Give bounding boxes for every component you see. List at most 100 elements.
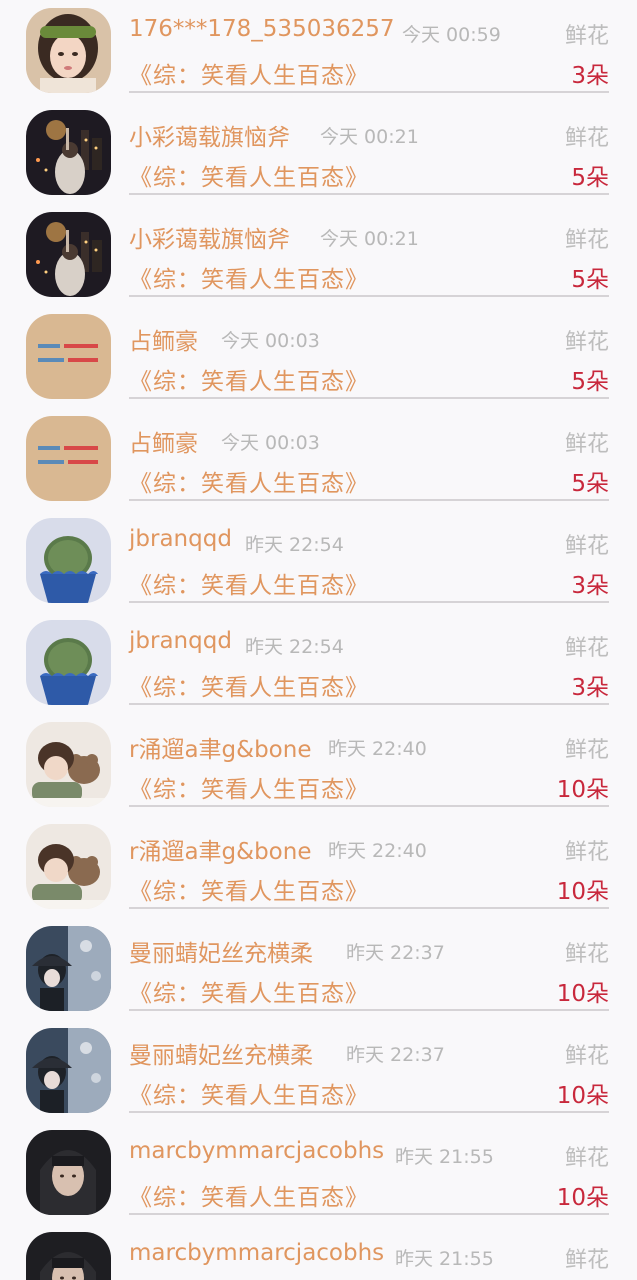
anime-rain-avatar <box>26 926 111 1011</box>
gift-count: 3朵 <box>571 573 609 599</box>
gift-count: 5朵 <box>571 267 609 293</box>
list-item[interactable]: 占鲕豪 今天 00:03 鲜花《综：笑看人生百态》 5朵 <box>0 408 637 510</box>
book-title[interactable]: 《综：笑看人生百态》 <box>129 872 369 906</box>
gift-type: 鲜花 <box>564 636 609 661</box>
avatar[interactable] <box>26 212 111 297</box>
book-title[interactable]: 《综：笑看人生百态》 <box>129 668 369 702</box>
timestamp: 昨天 22:54 <box>245 636 344 658</box>
gift-type: 鲜花 <box>564 1248 609 1273</box>
divider <box>129 907 609 909</box>
timestamp: 昨天 21:55 <box>395 1248 494 1270</box>
list-item[interactable]: marcbymmarcjacobhs 昨天 21:55 鲜花 <box>0 1224 637 1280</box>
avatar[interactable] <box>26 518 111 603</box>
book-title[interactable]: 《综：笑看人生百态》 <box>129 1178 369 1212</box>
avatar[interactable] <box>26 314 111 399</box>
list-item[interactable]: 176***178_535036257 今天 00:59 鲜花《综：笑看人生百态》 3… <box>0 0 637 102</box>
timestamp: 今天 00:21 <box>320 126 419 148</box>
avatar[interactable] <box>26 1130 111 1215</box>
username[interactable]: 占鲕豪 <box>129 424 198 458</box>
divider <box>129 1111 609 1113</box>
list-item[interactable]: jbranqqd 昨天 22:54 鲜花《综：笑看人生百态》 3朵 <box>0 612 637 714</box>
gift-type: 鲜花 <box>564 24 609 49</box>
gift-count: 10朵 <box>556 777 609 803</box>
username[interactable]: 小彩蔼载旗恼斧 <box>129 220 290 254</box>
timestamp: 今天 00:03 <box>221 432 320 454</box>
book-title[interactable]: 《综：笑看人生百态》 <box>129 566 369 600</box>
list-item[interactable]: r涌遛a聿g&bone 昨天 22:40 鲜花《综：笑看人生百态》 10朵 <box>0 816 637 918</box>
avatar[interactable] <box>26 1028 111 1113</box>
gift-count: 5朵 <box>571 471 609 497</box>
gift-type: 鲜花 <box>564 534 609 559</box>
list-item[interactable]: 占鲕豪 今天 00:03 鲜花 《综：笑看人生百态》 5朵 <box>0 306 637 408</box>
username[interactable]: 占鲕豪 <box>129 322 198 356</box>
hooded-person-avatar <box>26 1130 111 1215</box>
child-teddy-avatar <box>26 824 111 909</box>
gift-type: 鲜花 <box>564 228 609 253</box>
timestamp: 昨天 22:54 <box>245 534 344 556</box>
avatar[interactable] <box>26 1232 111 1280</box>
avatar[interactable] <box>26 416 111 501</box>
avatar[interactable] <box>26 824 111 909</box>
avatar[interactable] <box>26 8 111 93</box>
username[interactable]: r涌遛a聿g&bone <box>129 832 311 866</box>
gift-record-list: 176***178_535036257 今天 00:59 鲜花 《综：笑看人生百态》 3… <box>0 0 637 1280</box>
timestamp: 今天 00:59 <box>402 24 501 46</box>
list-item[interactable]: 小彩蔼载旗恼斧 今天 00:21 鲜花 《综：笑看人生百态》 5朵 <box>0 204 637 306</box>
gift-count: 10朵 <box>556 1185 609 1211</box>
username[interactable]: r涌遛a聿g&bone <box>129 730 311 764</box>
username[interactable]: jbranqqd <box>129 526 232 552</box>
list-item[interactable]: 曼丽蜻妃丝充横柔 昨天 22:37 鲜花 《综：笑看人生百态》 10朵 <box>0 918 637 1020</box>
text-card-avatar <box>26 416 111 501</box>
book-title[interactable]: 《综：笑看人生百态》 <box>129 1076 369 1110</box>
list-item[interactable]: 小彩蔼载旗恼斧 今天 00:21 鲜花《综：笑看人生百态》 5朵 <box>0 102 637 204</box>
divider <box>129 601 609 603</box>
divider <box>129 1213 609 1215</box>
username[interactable]: 曼丽蜻妃丝充横柔 <box>129 934 313 968</box>
gift-count: 10朵 <box>556 879 609 905</box>
list-item[interactable]: jbranqqd 昨天 22:54 鲜花《综：笑看人生百态》 3朵 <box>0 510 637 612</box>
list-item[interactable]: marcbymmarcjacobhs 昨天 21:55 鲜花 《综：笑看人生百态》 10… <box>0 1122 637 1224</box>
username[interactable]: marcbymmarcjacobhs <box>129 1138 384 1164</box>
cactus-avatar <box>26 620 111 705</box>
book-title[interactable]: 《综：笑看人生百态》 <box>129 158 369 192</box>
list-item[interactable]: 曼丽蜻妃丝充横柔 昨天 22:37 鲜花《综：笑看人生百态》 10朵 <box>0 1020 637 1122</box>
book-title[interactable]: 《综：笑看人生百态》 <box>129 770 369 804</box>
avatar[interactable] <box>26 110 111 195</box>
gift-type: 鲜花 <box>564 942 609 967</box>
divider <box>129 1009 609 1011</box>
timestamp: 昨天 22:40 <box>328 840 427 862</box>
gift-type: 鲜花 <box>564 126 609 151</box>
cactus-avatar <box>26 518 111 603</box>
anime-rain-avatar <box>26 1028 111 1113</box>
username[interactable]: 小彩蔼载旗恼斧 <box>129 118 290 152</box>
book-title[interactable]: 《综：笑看人生百态》 <box>129 362 369 396</box>
gift-count: 10朵 <box>556 1083 609 1109</box>
avatar[interactable] <box>26 620 111 705</box>
child-teddy-avatar <box>26 722 111 807</box>
girl-headband-avatar <box>26 8 111 93</box>
avatar[interactable] <box>26 926 111 1011</box>
gift-count: 3朵 <box>571 675 609 701</box>
book-title[interactable]: 《综：笑看人生百态》 <box>129 464 369 498</box>
list-item[interactable]: r涌遛a聿g&bone 昨天 22:40 鲜花 《综：笑看人生百态》 10朵 <box>0 714 637 816</box>
divider <box>129 295 609 297</box>
username[interactable]: 176***178_535036257 <box>129 16 395 42</box>
username[interactable]: jbranqqd <box>129 628 232 654</box>
book-title[interactable]: 《综：笑看人生百态》 <box>129 260 369 294</box>
gift-type: 鲜花 <box>564 840 609 865</box>
divider <box>129 91 609 93</box>
gift-count: 3朵 <box>571 63 609 89</box>
book-title[interactable]: 《综：笑看人生百态》 <box>129 974 369 1008</box>
gift-type: 鲜花 <box>564 1146 609 1171</box>
gift-type: 鲜花 <box>564 1044 609 1069</box>
avatar[interactable] <box>26 722 111 807</box>
timestamp: 昨天 22:37 <box>346 1044 445 1066</box>
gift-count: 10朵 <box>556 981 609 1007</box>
username[interactable]: marcbymmarcjacobhs <box>129 1240 384 1266</box>
divider <box>129 703 609 705</box>
book-title[interactable]: 《综：笑看人生百态》 <box>129 56 369 90</box>
divider <box>129 499 609 501</box>
gift-count: 5朵 <box>571 165 609 191</box>
username[interactable]: 曼丽蜻妃丝充横柔 <box>129 1036 313 1070</box>
gift-type: 鲜花 <box>564 432 609 457</box>
